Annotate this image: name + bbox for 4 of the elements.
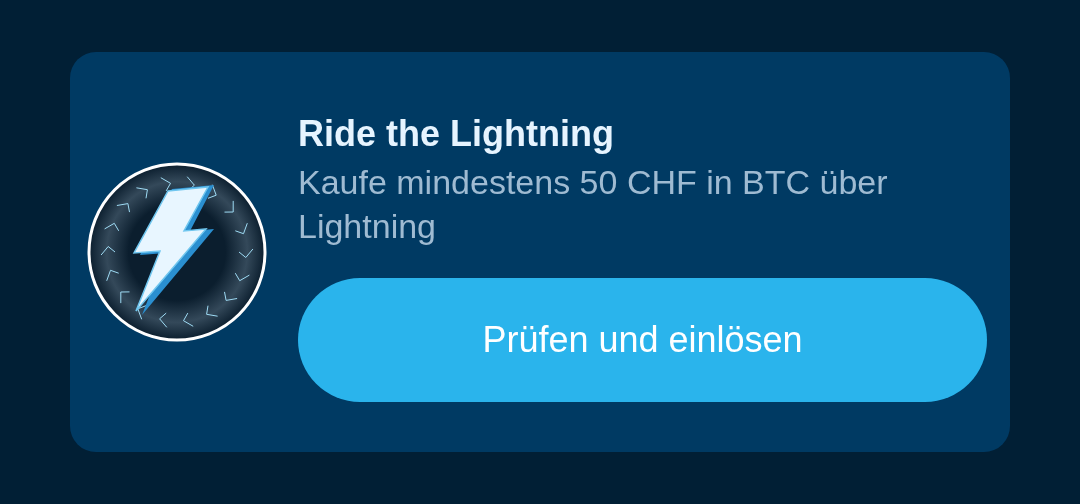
redeem-button[interactable]: Prüfen und einlösen bbox=[298, 278, 987, 402]
card-description: Kaufe mindestens 50 CHF in BTC über Lightning bbox=[298, 162, 889, 247]
card-title: Ride the Lightning bbox=[298, 112, 615, 156]
lightning-badge-icon bbox=[86, 161, 268, 343]
